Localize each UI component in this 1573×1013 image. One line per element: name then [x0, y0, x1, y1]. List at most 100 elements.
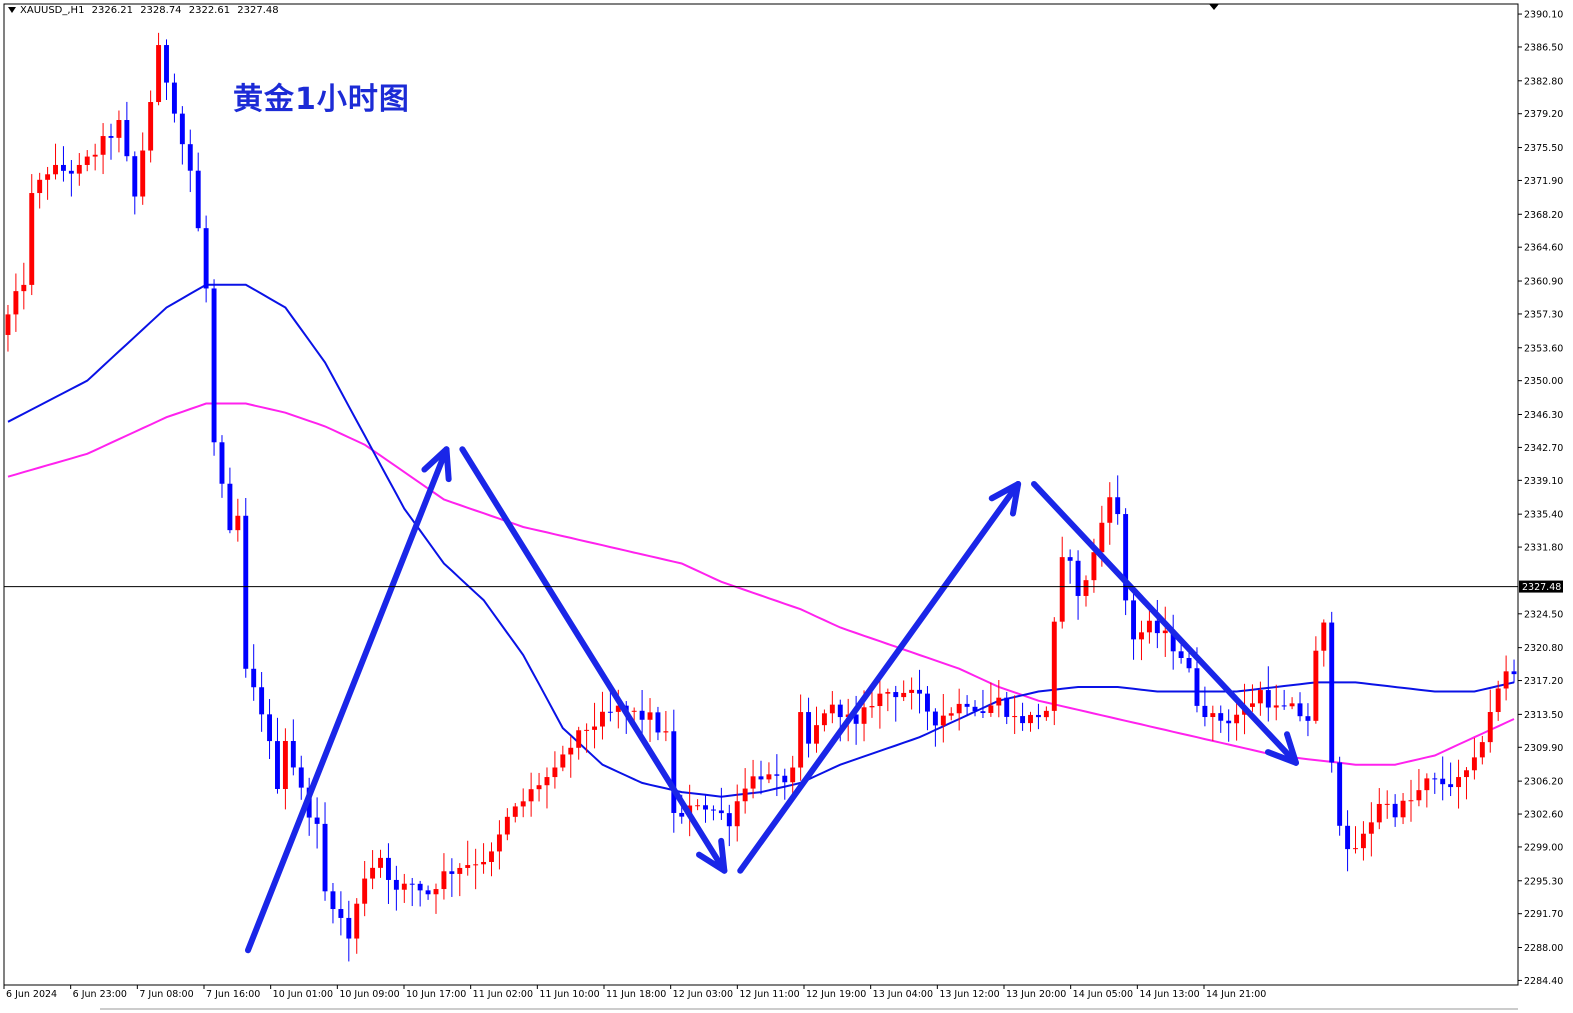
y-tick-label: 2390.10	[1524, 10, 1563, 21]
x-tick-label: 10 Jun 17:00	[406, 989, 466, 1000]
candle-body	[1329, 622, 1335, 763]
candle-body	[1408, 800, 1414, 802]
candle-body	[290, 740, 296, 768]
candle-body	[1154, 620, 1160, 634]
candle-body	[1511, 671, 1517, 675]
candle-body	[1043, 710, 1049, 718]
candle-body	[1432, 778, 1438, 780]
candle-body	[1321, 622, 1327, 651]
candle-body	[520, 801, 526, 807]
candle-body	[211, 288, 217, 443]
candle-body	[782, 775, 788, 783]
y-tick-label: 2371.90	[1524, 176, 1563, 187]
candle-body	[338, 909, 344, 918]
price-label: 2327.48	[1522, 582, 1561, 593]
candle-body	[1257, 690, 1263, 704]
candle-body	[671, 731, 677, 813]
y-tick-label: 2346.30	[1524, 410, 1563, 421]
candle-body	[718, 810, 724, 814]
candle-body	[1099, 522, 1105, 553]
candle-body	[322, 823, 328, 892]
candle-body	[1091, 552, 1097, 581]
candle-body	[1083, 580, 1089, 596]
price-axis: 2390.10 2386.50 2382.80 2379.20 2375.50 2371.…	[1518, 10, 1563, 987]
open-price: 2326.21	[91, 5, 133, 16]
candle-body	[1115, 497, 1121, 515]
candle-body	[354, 903, 360, 939]
candle-body	[489, 851, 494, 862]
candle-body	[901, 692, 907, 698]
candle-body	[1178, 651, 1184, 658]
candle-body	[53, 164, 58, 175]
candle-body	[1360, 833, 1366, 849]
low-price: 2322.61	[188, 5, 231, 16]
candle-body	[639, 710, 645, 720]
candle-body	[940, 715, 946, 726]
y-tick-label: 2313.50	[1524, 710, 1563, 721]
candle-body	[964, 703, 970, 707]
candle-body	[13, 291, 19, 315]
candle-body	[1273, 705, 1279, 708]
candle-body	[1305, 716, 1311, 721]
y-tick-label: 2360.90	[1524, 277, 1563, 288]
y-tick-label: 2342.70	[1524, 443, 1563, 454]
candle-body	[1471, 757, 1477, 771]
candle-body	[60, 164, 66, 171]
candle-body	[5, 314, 11, 335]
candle-body	[956, 703, 962, 714]
candle-body	[869, 706, 875, 708]
candle-body	[1249, 703, 1255, 707]
candle-body	[116, 120, 122, 138]
symbol-label: XAUUSD_,H1	[20, 5, 85, 16]
candle-body	[948, 713, 954, 716]
candle-body	[465, 865, 471, 868]
candle-body	[108, 136, 114, 138]
candle-body	[1020, 716, 1026, 724]
candle-body	[1035, 714, 1041, 718]
x-tick-label: 10 Jun 01:00	[273, 989, 333, 1000]
candle-body	[679, 812, 685, 817]
candle-body	[917, 689, 922, 694]
candle-body	[980, 711, 986, 713]
y-tick-label: 2309.90	[1524, 743, 1563, 754]
candle-body	[544, 777, 550, 786]
candle-body	[1503, 671, 1509, 689]
candle-body	[195, 170, 201, 229]
candle-body	[203, 228, 209, 289]
candle-body	[1051, 621, 1057, 711]
candle-body	[576, 730, 582, 748]
candle-body	[187, 144, 193, 171]
x-tick-label: 13 Jun 04:00	[873, 989, 933, 1000]
high-price: 2328.74	[140, 5, 182, 16]
price-chart[interactable]: 2327.48 2390.10 2386.50 2382.80 2379.20 2375…	[0, 0, 1573, 1013]
candle-body	[837, 704, 843, 718]
candle-body	[1107, 497, 1113, 523]
candle-body	[1456, 777, 1462, 788]
candle-body	[1392, 803, 1398, 818]
y-tick-label: 2335.40	[1524, 510, 1563, 521]
candle-body	[1376, 803, 1382, 823]
candle-body	[330, 891, 336, 910]
x-tick-label: 7 Jun 16:00	[206, 989, 260, 1000]
candle-body	[560, 754, 566, 768]
candle-body	[156, 45, 162, 103]
candle-body	[393, 879, 399, 890]
y-tick-label: 2324.50	[1524, 609, 1563, 620]
candle-body	[504, 816, 510, 835]
candle-body	[568, 747, 574, 755]
candle-body	[766, 774, 772, 780]
candle-body	[695, 805, 701, 807]
candle-body	[885, 692, 891, 694]
candle-body	[235, 515, 241, 531]
y-tick-label: 2320.80	[1524, 643, 1563, 654]
y-tick-label: 2368.20	[1524, 210, 1563, 221]
candle-body	[1265, 690, 1271, 708]
candle-body	[433, 889, 439, 895]
candle-body	[1416, 790, 1422, 801]
candle-body	[370, 867, 376, 879]
y-tick-label: 2357.30	[1524, 309, 1563, 320]
candle-body	[473, 864, 479, 866]
candle-body	[972, 706, 978, 712]
candle-body	[84, 156, 90, 165]
dropdown-triangle-icon[interactable]	[8, 7, 16, 13]
